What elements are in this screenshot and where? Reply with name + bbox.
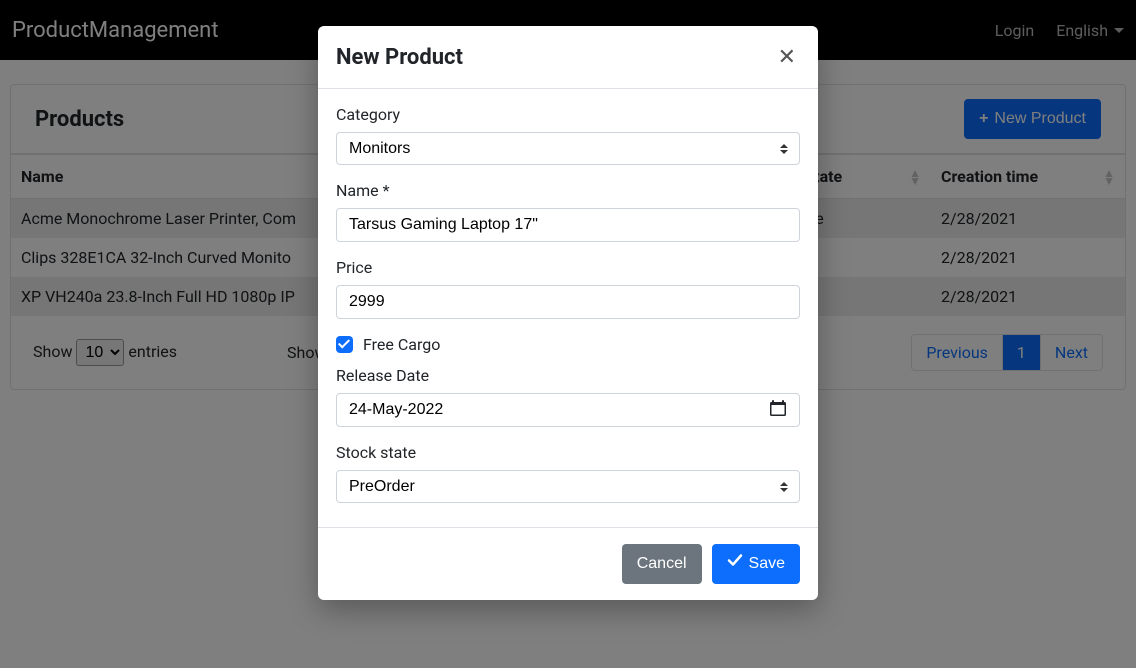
modal-close-button[interactable]: ✕ <box>774 44 800 70</box>
check-icon <box>727 552 743 576</box>
new-product-modal: New Product ✕ Category Monitors Name * P… <box>318 26 818 600</box>
stock-state-select[interactable]: PreOrder <box>336 470 800 503</box>
save-button[interactable]: Save <box>712 544 800 584</box>
modal-title: New Product <box>336 45 463 70</box>
name-input[interactable] <box>336 208 800 242</box>
category-label: Category <box>336 105 800 124</box>
release-date-input[interactable] <box>336 393 800 427</box>
name-label: Name * <box>336 181 800 200</box>
category-select[interactable]: Monitors <box>336 132 800 165</box>
close-icon: ✕ <box>778 44 796 69</box>
stock-state-label: Stock state <box>336 443 800 462</box>
release-date-label: Release Date <box>336 366 800 385</box>
cancel-button[interactable]: Cancel <box>622 544 702 584</box>
price-input[interactable] <box>336 285 800 319</box>
free-cargo-label[interactable]: Free Cargo <box>363 335 440 354</box>
free-cargo-checkbox[interactable] <box>336 336 353 353</box>
price-label: Price <box>336 258 800 277</box>
